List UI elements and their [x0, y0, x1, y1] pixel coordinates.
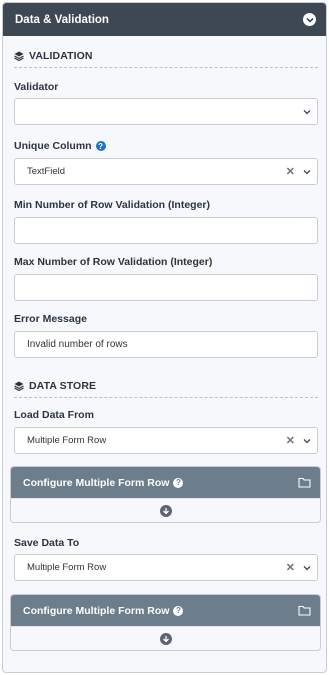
data-validation-panel: Data & Validation VALIDATION Validator U…: [2, 2, 327, 673]
configure-load-title: Configure Multiple Form Row ?: [23, 476, 184, 489]
help-icon[interactable]: ?: [95, 141, 106, 151]
chevron-down-icon: [303, 109, 311, 114]
configure-load-expand[interactable]: [11, 498, 320, 522]
unique-column-label-text: Unique Column: [14, 140, 92, 152]
error-message-input[interactable]: [14, 331, 318, 358]
unique-column-select[interactable]: TextField ✕: [14, 158, 318, 185]
data-store-heading-text: DATA STORE: [29, 380, 97, 392]
layers-icon: [14, 51, 24, 61]
validation-heading-text: VALIDATION: [29, 50, 93, 62]
load-data-label: Load Data From: [14, 409, 94, 421]
configure-save-card: Configure Multiple Form Row ?: [10, 594, 321, 651]
arrow-down-circle-icon[interactable]: [159, 504, 172, 517]
chevron-down-icon: [303, 565, 311, 570]
configure-load-title-text: Configure Multiple Form Row: [23, 476, 170, 489]
configure-load-card: Configure Multiple Form Row ?: [10, 466, 321, 523]
load-data-label-text: Load Data From: [14, 409, 94, 421]
chevron-down-icon: [303, 169, 311, 174]
validation-divider: [14, 67, 318, 68]
folder-icon[interactable]: [298, 605, 311, 616]
data-store-divider: [14, 397, 318, 398]
clear-icon[interactable]: ✕: [286, 165, 295, 178]
max-rows-label: Max Number of Row Validation (Integer): [14, 256, 212, 268]
question-icon[interactable]: ?: [173, 605, 184, 616]
configure-save-expand[interactable]: [11, 626, 320, 650]
chevron-down-icon: [303, 438, 311, 443]
clear-icon[interactable]: ✕: [286, 434, 295, 447]
layers-icon: [14, 381, 24, 391]
save-data-label: Save Data To: [14, 537, 79, 549]
panel-header[interactable]: Data & Validation: [3, 3, 326, 36]
folder-icon[interactable]: [298, 477, 311, 488]
collapse-chevron-icon[interactable]: [303, 13, 316, 26]
validator-label-text: Validator: [14, 81, 59, 93]
min-rows-input[interactable]: [14, 217, 318, 244]
configure-save-title: Configure Multiple Form Row ?: [23, 604, 184, 617]
max-rows-input[interactable]: [14, 274, 318, 301]
max-rows-label-text: Max Number of Row Validation (Integer): [14, 256, 213, 268]
configure-save-header[interactable]: Configure Multiple Form Row ?: [11, 595, 320, 626]
data-store-heading: DATA STORE: [14, 378, 96, 394]
error-message-label: Error Message: [14, 313, 87, 325]
min-rows-label: Min Number of Row Validation (Integer): [14, 199, 210, 211]
configure-save-title-text: Configure Multiple Form Row: [23, 604, 170, 617]
validator-select[interactable]: [14, 98, 318, 125]
unique-column-label: Unique Column ?: [14, 140, 106, 152]
save-data-select[interactable]: Multiple Form Row ✕: [14, 554, 318, 581]
save-data-label-text: Save Data To: [14, 537, 80, 549]
validator-label: Validator: [14, 81, 58, 93]
clear-icon[interactable]: ✕: [286, 561, 295, 574]
load-data-select[interactable]: Multiple Form Row ✕: [14, 427, 318, 454]
panel-title: Data & Validation: [15, 13, 109, 26]
min-rows-label-text: Min Number of Row Validation (Integer): [14, 199, 211, 211]
unique-column-value: TextField: [27, 166, 66, 177]
error-message-label-text: Error Message: [14, 313, 87, 325]
validation-heading: VALIDATION: [14, 48, 93, 64]
question-icon[interactable]: ?: [173, 477, 184, 488]
save-data-value: Multiple Form Row: [27, 562, 107, 573]
configure-load-header[interactable]: Configure Multiple Form Row ?: [11, 467, 320, 498]
arrow-down-circle-icon[interactable]: [159, 632, 172, 645]
load-data-value: Multiple Form Row: [27, 435, 107, 446]
